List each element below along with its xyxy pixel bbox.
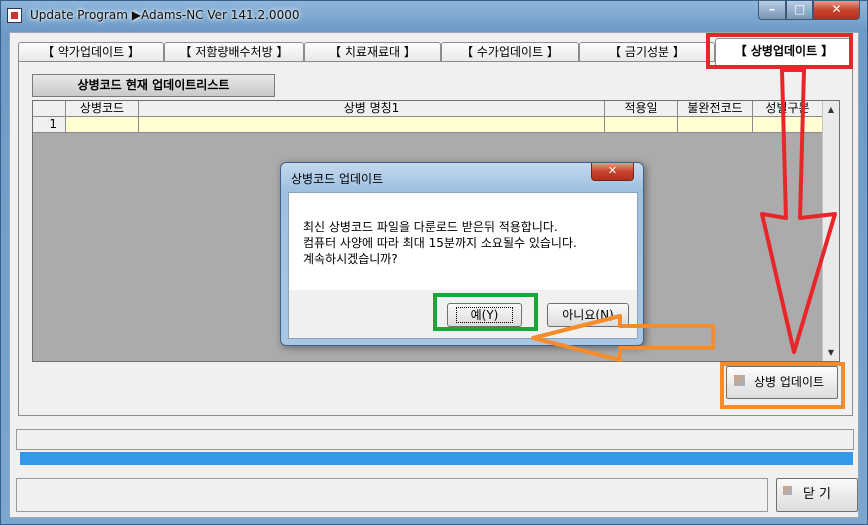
grid-column-header[interactable]: 성별구분 (753, 101, 823, 117)
grid-column-header[interactable]: 불완전코드 (678, 101, 753, 117)
progress-bar (20, 452, 853, 465)
dialog-body: 최신 상병코드 파일을 다룬로드 받은뒤 적용합니다. 컴퓨터 사양에 따라 최… (288, 192, 638, 339)
table-cell[interactable] (605, 117, 678, 133)
dialog-title: 상병코드 업데이트 (291, 172, 384, 186)
app-icon (7, 8, 22, 23)
table-cell[interactable] (139, 117, 605, 133)
dialog-message-line: 최신 상병코드 파일을 다룬로드 받은뒤 적용합니다. (303, 220, 558, 234)
dialog-message-line: 계속하시겠습니까? (303, 252, 398, 266)
close-button[interactable]: 닫 기 (776, 478, 858, 512)
maximize-button[interactable]: □ (786, 1, 813, 20)
vertical-scrollbar[interactable]: ▲ ▼ (822, 101, 839, 361)
close-window-button[interactable]: ✕ (813, 1, 860, 20)
update-button-label: 상병 업데이트 (753, 375, 825, 389)
table-cell[interactable] (678, 117, 753, 133)
grid-column-header[interactable]: 적용일 (605, 101, 678, 117)
dialog-close-button[interactable]: ✕ (591, 163, 634, 181)
yes-button-label: 예(Y) (455, 307, 514, 323)
title-bar[interactable]: Update Program ▶Adams-NC Ver 141.2.0000 … (1, 1, 867, 31)
no-button[interactable]: 아니요(N) (547, 303, 629, 327)
confirm-dialog: 상병코드 업데이트 ✕ 최신 상병코드 파일을 다룬로드 받은뒤 적용합니다. … (280, 162, 644, 346)
tab-drug-price-update[interactable]: 【 약가업데이트 】 (18, 42, 164, 63)
tab-disease-update[interactable]: 【 상병업데이트 】 (715, 38, 853, 65)
dialog-message: 최신 상병코드 파일을 다룬로드 받은뒤 적용합니다. 컴퓨터 사양에 따라 최… (289, 193, 637, 290)
section-title: 상병코드 현재 업데이트리스트 (32, 74, 275, 97)
close-button-label: 닫 기 (802, 487, 832, 502)
grid-column-header[interactable]: 상병코드 (66, 101, 139, 117)
table-cell[interactable] (66, 117, 139, 133)
close-button-icon (783, 486, 792, 495)
grid-column-header[interactable]: 상병 명칭1 (139, 101, 605, 117)
minimize-button[interactable]: – (758, 1, 786, 20)
tab-fee-update[interactable]: 【 수가업데이트 】 (441, 42, 579, 63)
yes-button[interactable]: 예(Y) (447, 303, 522, 327)
tab-treatment-material[interactable]: 【 치료재료대 】 (304, 42, 441, 63)
tab-banned-ingredients[interactable]: 【 금기성분 】 (579, 42, 715, 63)
window-title: Update Program ▶Adams-NC Ver 141.2.0000 (30, 8, 300, 22)
dialog-message-line: 컴퓨터 사양에 따라 최대 15분까지 소요될수 있습니다. (303, 236, 577, 250)
row-number: 1 (33, 117, 66, 133)
update-icon (734, 375, 745, 386)
tab-low-dose-prescription[interactable]: 【 저함량배수처방 】 (164, 42, 304, 63)
scroll-down-arrow-icon[interactable]: ▼ (823, 344, 839, 361)
tab-strip: 【 약가업데이트 】 【 저함량배수처방 】 【 치료재료대 】 【 수가업데이… (18, 38, 853, 65)
table-cell[interactable] (753, 117, 823, 133)
info-bar (16, 429, 854, 450)
scroll-up-arrow-icon[interactable]: ▲ (823, 101, 839, 118)
grid-corner-cell (33, 101, 66, 117)
disease-update-button[interactable]: 상병 업데이트 (726, 366, 838, 399)
status-bar (16, 478, 768, 512)
